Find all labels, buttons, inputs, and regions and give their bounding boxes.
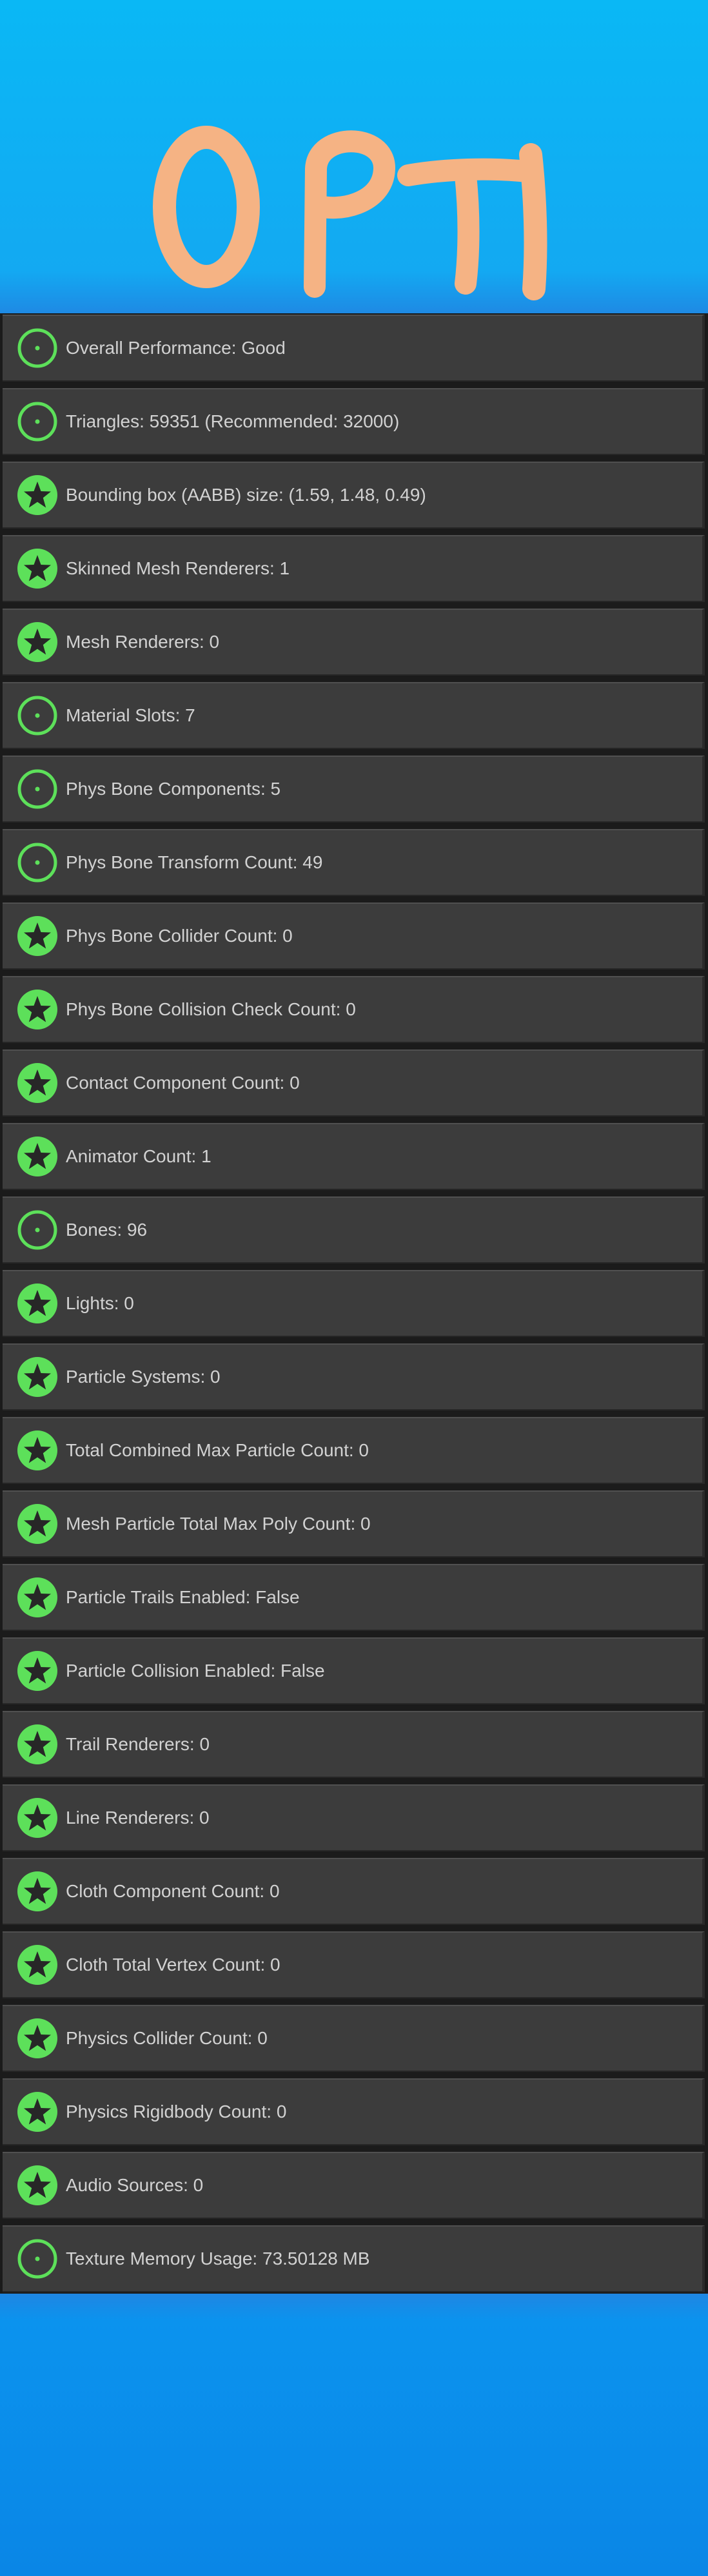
stat-label: Material Slots: 7: [66, 705, 195, 725]
stat-label: Animator Count: 1: [66, 1146, 211, 1166]
stat-row: Audio Sources: 0: [3, 2152, 705, 2219]
stat-row: Trail Renderers: 0: [3, 1711, 705, 1778]
stat-label: Phys Bone Components: 5: [66, 779, 281, 799]
stat-label: Physics Rigidbody Count: 0: [66, 2102, 287, 2122]
good-circle-icon: [16, 694, 59, 737]
stat-label: Mesh Renderers: 0: [66, 632, 220, 652]
excellent-star-icon: [16, 2017, 59, 2060]
stat-row: Phys Bone Transform Count: 49: [3, 829, 705, 896]
stat-row: Total Combined Max Particle Count: 0: [3, 1417, 705, 1484]
excellent-star-icon: [16, 1797, 59, 1839]
excellent-star-icon: [16, 2164, 59, 2207]
excellent-star-icon: [16, 474, 59, 516]
stat-row: Cloth Total Vertex Count: 0: [3, 1931, 705, 1998]
stat-row: Texture Memory Usage: 73.50128 MB: [3, 2225, 705, 2292]
stat-row: Material Slots: 7: [3, 682, 705, 749]
stat-row: Mesh Renderers: 0: [3, 609, 705, 676]
stat-row: Triangles: 59351 (Recommended: 32000): [3, 388, 705, 455]
stat-row: Phys Bone Collision Check Count: 0: [3, 976, 705, 1043]
stat-label: Mesh Particle Total Max Poly Count: 0: [66, 1514, 371, 1534]
excellent-star-icon: [16, 988, 59, 1031]
opti-logo: [153, 126, 547, 300]
excellent-star-icon: [16, 1723, 59, 1766]
stat-row: Physics Rigidbody Count: 0: [3, 2078, 705, 2145]
stat-row: Particle Systems: 0: [3, 1343, 705, 1410]
good-circle-icon: [16, 1209, 59, 1251]
stat-row: Phys Bone Collider Count: 0: [3, 903, 705, 970]
stat-row: Skinned Mesh Renderers: 1: [3, 535, 705, 602]
good-circle-icon: [16, 841, 59, 884]
good-circle-icon: [16, 768, 59, 810]
stat-label: Contact Component Count: 0: [66, 1073, 300, 1093]
stat-row: Line Renderers: 0: [3, 1784, 705, 1851]
stat-row: Physics Collider Count: 0: [3, 2005, 705, 2072]
stat-label: Bounding box (AABB) size: (1.59, 1.48, 0…: [66, 485, 426, 505]
stat-row: Mesh Particle Total Max Poly Count: 0: [3, 1490, 705, 1557]
stat-label: Particle Systems: 0: [66, 1367, 221, 1387]
good-circle-icon: [16, 400, 59, 443]
header-banner: [0, 0, 708, 313]
stat-row: Bounding box (AABB) size: (1.59, 1.48, 0…: [3, 462, 705, 529]
stat-label: Audio Sources: 0: [66, 2175, 204, 2195]
stat-label: Line Renderers: 0: [66, 1808, 210, 1828]
stat-row: Lights: 0: [3, 1270, 705, 1337]
excellent-star-icon: [16, 1282, 59, 1325]
good-circle-icon: [16, 2238, 59, 2280]
excellent-star-icon: [16, 1944, 59, 1986]
excellent-star-icon: [16, 2091, 59, 2133]
stat-row: Phys Bone Components: 5: [3, 756, 705, 823]
stat-row: Particle Trails Enabled: False: [3, 1564, 705, 1631]
stat-label: Cloth Total Vertex Count: 0: [66, 1955, 280, 1975]
stat-label: Physics Collider Count: 0: [66, 2028, 268, 2048]
stat-label: Cloth Component Count: 0: [66, 1881, 280, 1901]
stat-label: Particle Collision Enabled: False: [66, 1661, 325, 1681]
performance-stats-panel: Overall Performance: Good Triangles: 5935…: [0, 313, 708, 2294]
excellent-star-icon: [16, 547, 59, 590]
stat-label: Particle Trails Enabled: False: [66, 1587, 300, 1607]
excellent-star-icon: [16, 1503, 59, 1545]
excellent-star-icon: [16, 1062, 59, 1104]
stat-label: Bones: 96: [66, 1220, 148, 1240]
stat-row: Bones: 96: [3, 1196, 705, 1264]
excellent-star-icon: [16, 621, 59, 663]
stat-label: Phys Bone Collider Count: 0: [66, 926, 293, 946]
excellent-star-icon: [16, 1870, 59, 1913]
stat-row: Animator Count: 1: [3, 1123, 705, 1190]
stat-label: Phys Bone Collision Check Count: 0: [66, 999, 356, 1019]
stats-list: Overall Performance: Good Triangles: 5935…: [3, 315, 705, 2299]
stat-row: Overall Performance: Good: [3, 315, 705, 382]
excellent-star-icon: [16, 1576, 59, 1619]
stat-row: Cloth Component Count: 0: [3, 1858, 705, 1925]
excellent-star-icon: [16, 1650, 59, 1692]
excellent-star-icon: [16, 1135, 59, 1178]
stat-label: Triangles: 59351 (Recommended: 32000): [66, 411, 400, 431]
stat-label: Overall Performance: Good: [66, 338, 286, 358]
stat-row: Particle Collision Enabled: False: [3, 1637, 705, 1704]
excellent-star-icon: [16, 915, 59, 957]
stat-label: Texture Memory Usage: 73.50128 MB: [66, 2249, 370, 2269]
stat-label: Phys Bone Transform Count: 49: [66, 852, 323, 872]
stat-row: Contact Component Count: 0: [3, 1049, 705, 1117]
stat-label: Trail Renderers: 0: [66, 1734, 210, 1754]
stat-label: Lights: 0: [66, 1293, 134, 1313]
stat-label: Total Combined Max Particle Count: 0: [66, 1440, 369, 1460]
good-circle-icon: [16, 327, 59, 369]
excellent-star-icon: [16, 1429, 59, 1472]
excellent-star-icon: [16, 1356, 59, 1398]
stat-label: Skinned Mesh Renderers: 1: [66, 558, 290, 578]
